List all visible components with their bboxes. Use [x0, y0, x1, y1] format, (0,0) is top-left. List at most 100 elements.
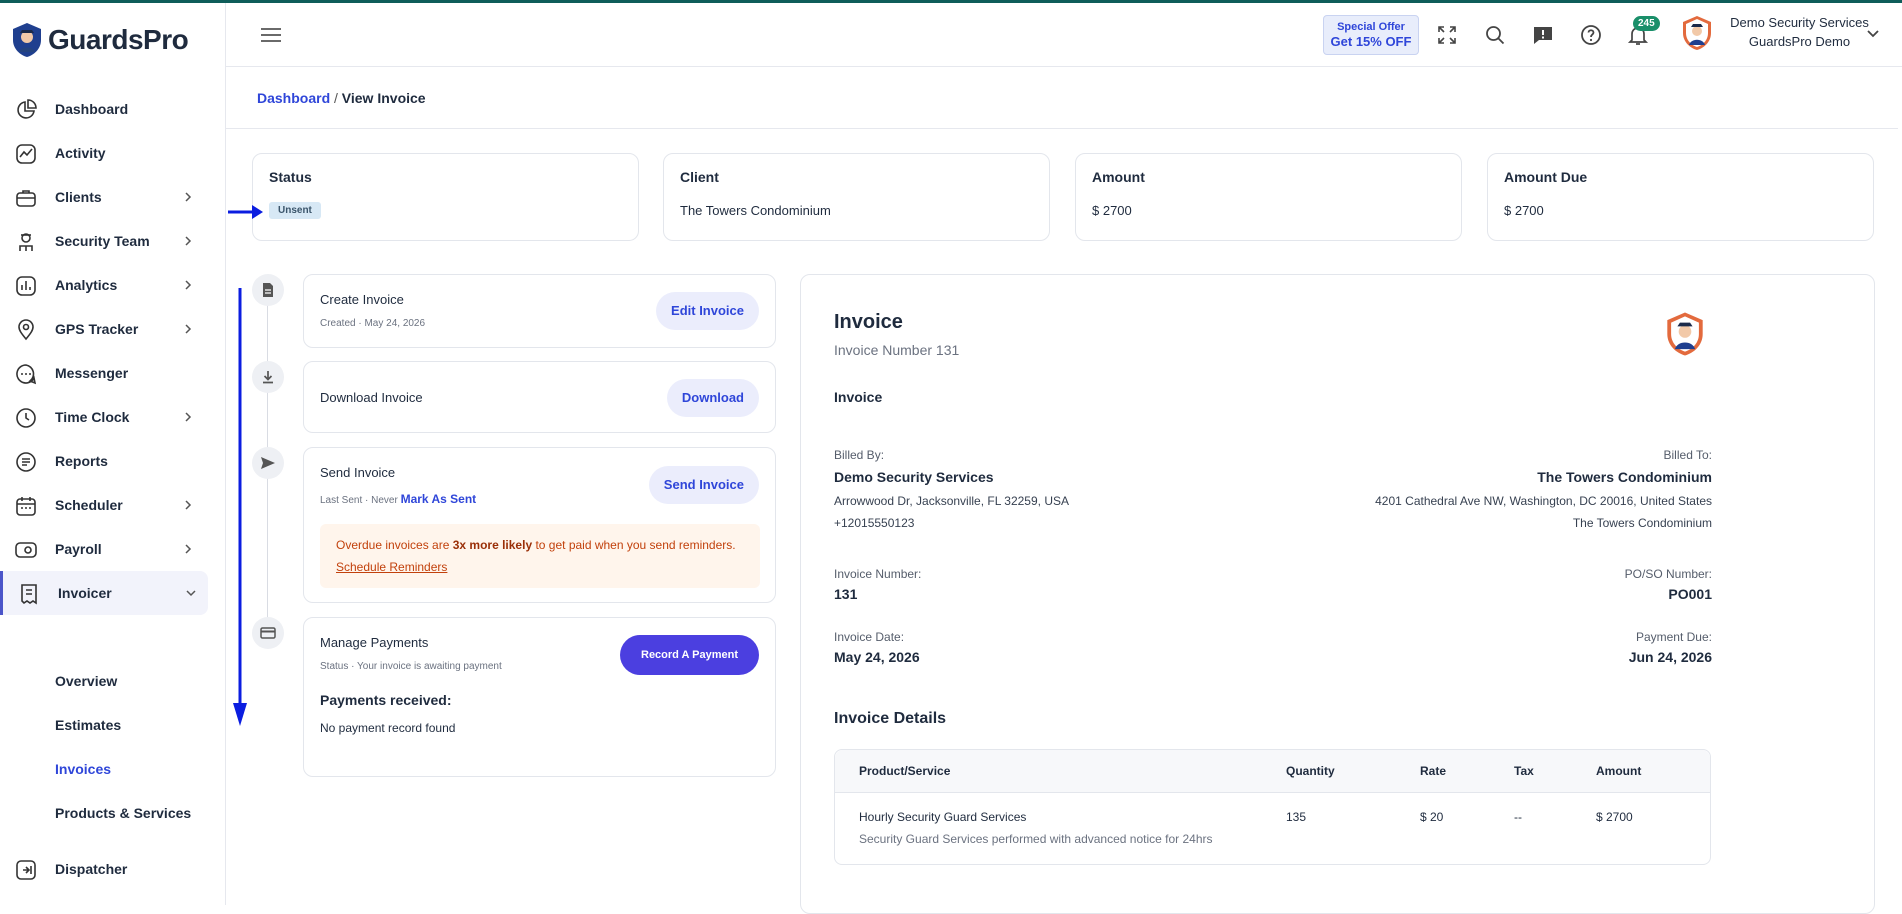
sidebar-subitem-products-services[interactable]: Products & Services	[55, 805, 191, 821]
invoice-details-heading: Invoice Details	[834, 710, 947, 727]
column-header: Product/Service	[859, 764, 951, 778]
chevron-right-icon	[185, 324, 192, 334]
hamburger-menu-icon[interactable]	[260, 27, 282, 43]
sidebar-item-label: Dispatcher	[55, 861, 128, 877]
help-icon[interactable]	[1579, 23, 1603, 47]
chevron-right-icon	[185, 500, 192, 510]
step-title: Create Invoice	[320, 292, 404, 307]
chevron-down-icon[interactable]	[1866, 29, 1880, 39]
offer-line2: Get 15% OFF	[1330, 34, 1412, 49]
map-pin-icon	[18, 319, 34, 341]
chevron-right-icon	[185, 280, 192, 290]
po-number-label: PO/SO Number:	[1624, 567, 1712, 581]
amount-value: $ 2700	[1092, 203, 1132, 218]
payment-due-label: Payment Due:	[1635, 630, 1712, 644]
record-payment-button[interactable]: Record A Payment	[620, 635, 759, 675]
sidebar-subitem-estimates[interactable]: Estimates	[55, 717, 121, 733]
user-name[interactable]: Demo Security Services	[1722, 15, 1877, 30]
timeline-dot-send	[252, 447, 284, 479]
invoice-number-label: Invoice Number:	[834, 567, 922, 581]
guard-icon	[19, 233, 33, 251]
brand-logo[interactable]: GuardsPro	[10, 21, 189, 59]
schedule-reminders-link[interactable]: Schedule Reminders	[336, 560, 447, 574]
row-description: Security Guard Services performed with a…	[859, 832, 1213, 846]
sidebar: GuardsPro Dashboard Activity Clients Securi…	[0, 3, 226, 905]
calendar-icon	[16, 497, 36, 516]
amount-title: Amount	[1092, 169, 1145, 185]
dispatcher-icon	[16, 860, 36, 880]
billed-to-label: Billed To:	[1663, 448, 1712, 462]
sidebar-item-label: Dashboard	[55, 101, 129, 117]
sidebar-item-label: Messenger	[55, 365, 129, 381]
breadcrumb-dashboard-link[interactable]: Dashboard	[257, 90, 330, 106]
sidebar-item-label: Clients	[55, 189, 102, 205]
sidebar-item-dispatcher[interactable]: Dispatcher	[0, 847, 226, 891]
divider	[226, 128, 1898, 129]
invoice-items-table: Product/Service Quantity Rate Tax Amount…	[834, 749, 1711, 865]
sidebar-item-scheduler[interactable]: Scheduler	[0, 483, 226, 527]
download-button[interactable]: Download	[666, 379, 759, 417]
sidebar-item-label: GPS Tracker	[55, 321, 139, 337]
sidebar-item-security-team[interactable]: Security Team	[0, 219, 226, 263]
billed-by-phone: +12015550123	[834, 516, 915, 530]
client-title: Client	[680, 169, 719, 185]
amount-due-value: $ 2700	[1504, 203, 1544, 218]
user-org[interactable]: GuardsPro Demo	[1722, 34, 1877, 49]
company-logo	[1667, 312, 1703, 356]
sidebar-item-invoicer[interactable]: Invoicer	[0, 571, 208, 615]
breadcrumb: Dashboard / View Invoice	[257, 90, 426, 106]
edit-invoice-button[interactable]: Edit Invoice	[656, 292, 759, 330]
sidebar-item-gps-tracker[interactable]: GPS Tracker	[0, 307, 226, 351]
step-title: Manage Payments	[320, 635, 429, 650]
notification-count-badge: 245	[1633, 16, 1660, 31]
column-header: Amount	[1596, 764, 1642, 778]
sidebar-item-payroll[interactable]: Payroll	[0, 527, 226, 571]
mark-as-sent-link[interactable]: Mark As Sent	[401, 492, 477, 506]
sidebar-item-label: Reports	[55, 453, 108, 469]
timeline-dot-create	[252, 274, 284, 306]
step-subtitle: Created · May 24, 2026	[320, 318, 426, 329]
column-header: Tax	[1514, 764, 1534, 778]
sidebar-item-activity[interactable]: Activity	[0, 131, 226, 175]
clock-icon	[16, 408, 36, 428]
step-subtitle: Last Sent · Never Mark As Sent	[320, 492, 476, 506]
sidebar-item-label: Payroll	[55, 541, 102, 557]
table-header: Product/Service Quantity Rate Tax Amount	[835, 750, 1710, 793]
search-icon[interactable]	[1483, 23, 1507, 47]
invoice-subheading: Invoice	[834, 389, 883, 405]
chevron-right-icon	[185, 192, 192, 202]
invoice-preview: Invoice Invoice Number 131 Invoice Bille…	[800, 274, 1875, 914]
sidebar-item-dashboard[interactable]: Dashboard	[0, 87, 226, 131]
send-invoice-button[interactable]: Send Invoice	[648, 466, 759, 504]
client-card: Client The Towers Condominium	[663, 153, 1050, 241]
sidebar-item-analytics[interactable]: Analytics	[0, 263, 226, 307]
sidebar-subitem-invoices[interactable]: Invoices	[55, 761, 111, 777]
chat-icon	[16, 364, 37, 385]
feedback-icon[interactable]	[1531, 23, 1555, 47]
sidebar-item-label: Time Clock	[55, 409, 130, 425]
chevron-right-icon	[185, 544, 192, 554]
download-invoice-step: Download Invoice Download	[303, 361, 776, 433]
sidebar-item-time-clock[interactable]: Time Clock	[0, 395, 226, 439]
sidebar-item-label: Security Team	[55, 233, 150, 249]
brand-name: GuardsPro	[48, 24, 189, 55]
status-badge: Unsent	[269, 202, 321, 219]
column-header: Quantity	[1286, 764, 1335, 778]
sidebar-item-messenger[interactable]: Messenger	[0, 351, 226, 395]
row-rate: $ 20	[1420, 810, 1444, 824]
user-avatar[interactable]	[1680, 14, 1714, 52]
special-offer-button[interactable]: Special Offer Get 15% OFF	[1323, 15, 1419, 55]
breadcrumb-current: View Invoice	[341, 90, 426, 106]
annotation-arrow-right	[228, 205, 263, 219]
billed-to-address: 4201 Cathedral Ave NW, Washington, DC 20…	[1375, 494, 1712, 508]
step-title: Download Invoice	[320, 390, 423, 405]
row-product: Hourly Security Guard Services	[859, 810, 1027, 824]
sidebar-item-clients[interactable]: Clients	[0, 175, 226, 219]
sidebar-item-reports[interactable]: Reports	[0, 439, 226, 483]
amount-due-card: Amount Due $ 2700	[1487, 153, 1874, 241]
fullscreen-icon[interactable]	[1435, 23, 1459, 47]
step-title: Send Invoice	[320, 465, 396, 480]
invoice-date-value: May 24, 2026	[834, 649, 920, 665]
document-icon	[263, 283, 273, 297]
sidebar-subitem-overview[interactable]: Overview	[55, 673, 117, 689]
